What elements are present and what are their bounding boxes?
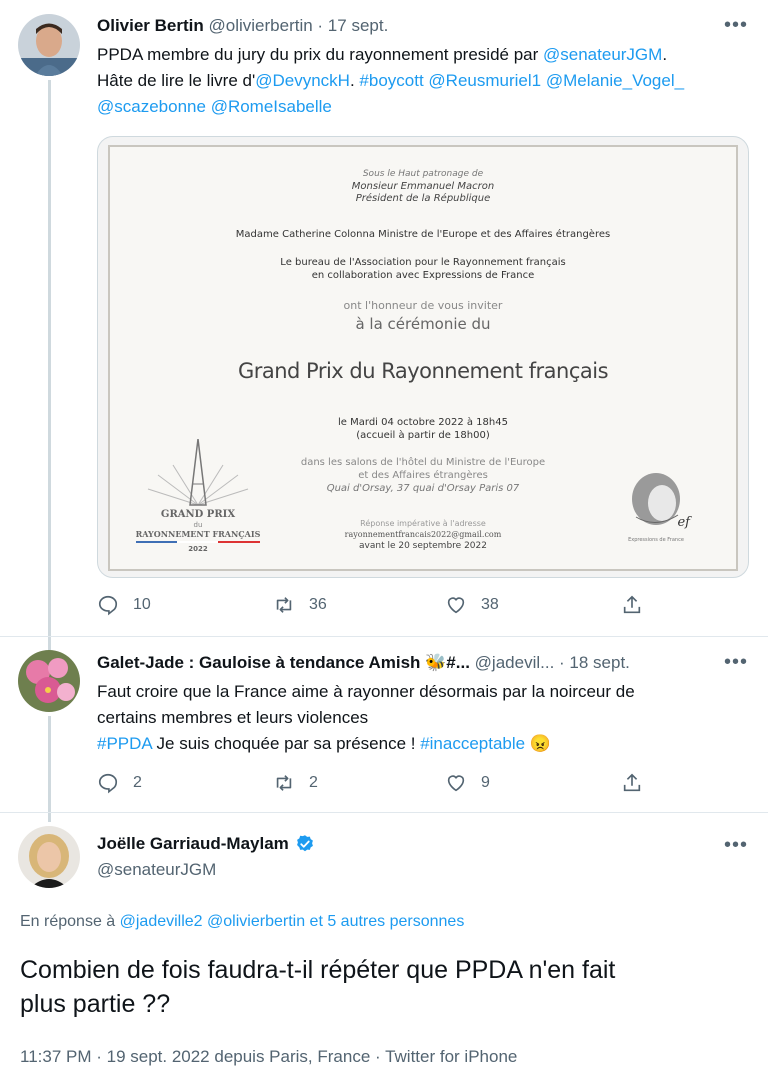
- tweet-text-segment: Faut croire que la France aime à rayonne…: [97, 682, 635, 701]
- tweet-meta[interactable]: 11:37 PM · 19 sept. 2022 depuis Paris, F…: [20, 1047, 517, 1067]
- author-name[interactable]: Joëlle Garriaud-Maylam: [97, 834, 289, 854]
- like-count: 9: [481, 774, 490, 791]
- like-count: 38: [481, 596, 499, 613]
- like-button[interactable]: 9: [445, 772, 490, 794]
- invitation-text: le Mardi 04 octobre 2022 à 18h45: [338, 417, 508, 428]
- more-dots-icon[interactable]: •••: [724, 651, 748, 674]
- retweet-button[interactable]: 36: [273, 594, 327, 616]
- mention-link[interactable]: @jadeville2: [120, 913, 203, 930]
- author-name-row: Joëlle Garriaud-Maylam: [97, 834, 315, 854]
- invitation-text: Le bureau de l'Association pour le Rayon…: [280, 257, 566, 268]
- tweet-body: Combien de fois faudra-t-il répéter que …: [20, 953, 750, 1021]
- mention-link[interactable]: @DevynckH: [255, 71, 350, 90]
- invitation-text: Président de la République: [355, 193, 491, 204]
- tweet-actions: 10 36 38: [97, 594, 657, 622]
- invitation-text: Monsieur Emmanuel Macron: [351, 181, 495, 192]
- tweet-text-segment: .: [662, 45, 668, 64]
- like-button[interactable]: 38: [445, 594, 499, 616]
- invitation-card: Sous le Haut patronage de Monsieur Emman…: [108, 145, 738, 571]
- author-handle[interactable]: @olivierbertin: [209, 16, 313, 35]
- marianne-logo: ef Expressions de France: [616, 467, 696, 557]
- reply-button[interactable]: 10: [97, 594, 151, 616]
- grand-prix-logo: GRAND PRIX du RAYONNEMENT FRANÇAIS 2022: [128, 439, 268, 559]
- thread-line-2: [48, 716, 51, 822]
- divider: [0, 636, 768, 637]
- invitation-text: à la cérémonie du: [355, 315, 491, 333]
- invitation-title: Grand Prix du Rayonnement français: [237, 359, 609, 383]
- mention-link[interactable]: @Melanie_Vogel_: [546, 71, 684, 90]
- retweet-count: 36: [309, 596, 327, 613]
- share-icon: [623, 773, 641, 792]
- divider: [0, 812, 768, 813]
- logo-text: GRAND PRIX: [160, 509, 236, 520]
- mention-link[interactable]: @RomeIsabelle: [211, 97, 332, 116]
- tweet-text-segment: Combien de fois faudra-t-il répéter que …: [20, 956, 616, 984]
- reply-count: 2: [133, 774, 142, 791]
- retweet-count: 2: [309, 774, 318, 791]
- hashtag-link[interactable]: #boycott: [359, 71, 423, 90]
- author-name[interactable]: Olivier Bertin: [97, 16, 204, 35]
- tweet-text-segment: Hâte de lire le livre d': [97, 71, 256, 90]
- reply-context: En réponse à @jadeville2 @olivierbertin …: [20, 913, 464, 931]
- avatar[interactable]: [18, 650, 80, 712]
- hashtag-link[interactable]: #inacceptable: [420, 734, 525, 753]
- author-name[interactable]: Galet-Jade : Gauloise à tendance Amish 🐝…: [97, 653, 470, 672]
- retweet-icon: [276, 597, 292, 613]
- tweet-header: Galet-Jade : Gauloise à tendance Amish 🐝…: [97, 653, 630, 673]
- author-handle[interactable]: @jadevil...: [475, 653, 555, 672]
- logo-text: 2022: [188, 545, 208, 553]
- logo-text: RAYONNEMENT FRANÇAIS: [135, 529, 261, 539]
- thread-line-1: [48, 80, 51, 650]
- retweet-button[interactable]: 2: [273, 772, 318, 794]
- tweet-body: Faut croire que la France aime à rayonne…: [97, 679, 757, 757]
- reply-button[interactable]: 2: [97, 772, 142, 794]
- tweet-text-segment: Je suis choquée par sa présence !: [151, 734, 421, 753]
- invitation-text: Madame Catherine Colonna Ministre de l'E…: [235, 229, 611, 240]
- verified-badge-icon: [296, 835, 313, 852]
- tweet-text-segment: .: [349, 71, 360, 90]
- author-handle[interactable]: @senateurJGM: [97, 860, 216, 880]
- tweet-header: Olivier Bertin @olivierbertin · 17 sept.: [97, 16, 388, 36]
- invitation-text: Sous le Haut patronage de: [362, 169, 484, 179]
- avatar[interactable]: [18, 826, 80, 888]
- more-dots-icon[interactable]: •••: [724, 834, 748, 857]
- avatar[interactable]: [18, 14, 80, 76]
- others-link[interactable]: et 5 autres personnes: [310, 913, 465, 930]
- ef-logo-text: ef: [677, 515, 690, 530]
- reply-count: 10: [133, 596, 151, 613]
- mention-link[interactable]: @senateurJGM: [543, 45, 662, 64]
- retweet-icon: [276, 775, 292, 791]
- invitation-text: en collaboration avec Expressions de Fra…: [311, 270, 535, 281]
- reply-icon: [98, 773, 118, 794]
- share-button[interactable]: [621, 772, 643, 794]
- tweet-body: PPDA membre du jury du prix du rayonneme…: [97, 42, 757, 120]
- reply-icon: [98, 595, 118, 616]
- logo-text: du: [193, 521, 203, 529]
- mention-link[interactable]: @Reusmuriel1: [428, 71, 541, 90]
- invitation-text: ont l'honneur de vous inviter: [343, 299, 503, 312]
- mention-link[interactable]: @olivierbertin: [207, 913, 305, 930]
- tweet-text-segment: certains membres et leurs violences: [97, 708, 369, 727]
- angry-emoji: 😠: [529, 734, 552, 753]
- heart-icon: [447, 775, 465, 792]
- tweet-text-segment: plus partie ??: [20, 990, 171, 1018]
- reply-prefix: En réponse à: [20, 913, 120, 930]
- share-icon: [623, 595, 641, 614]
- tweet-date[interactable]: · 17 sept.: [317, 16, 388, 35]
- tweet-text-segment: PPDA membre du jury du prix du rayonneme…: [97, 45, 544, 64]
- share-button[interactable]: [621, 594, 643, 616]
- tweet-actions: 2 2 9: [97, 772, 657, 800]
- attached-image[interactable]: Sous le Haut patronage de Monsieur Emman…: [97, 136, 749, 578]
- hashtag-link[interactable]: #PPDA: [97, 734, 152, 753]
- more-dots-icon[interactable]: •••: [724, 14, 748, 37]
- logo-text: Expressions de France: [628, 537, 684, 543]
- tweet-date[interactable]: · 18 sept.: [559, 653, 630, 672]
- mention-link[interactable]: @scazebonne: [97, 97, 206, 116]
- heart-icon: [447, 597, 465, 614]
